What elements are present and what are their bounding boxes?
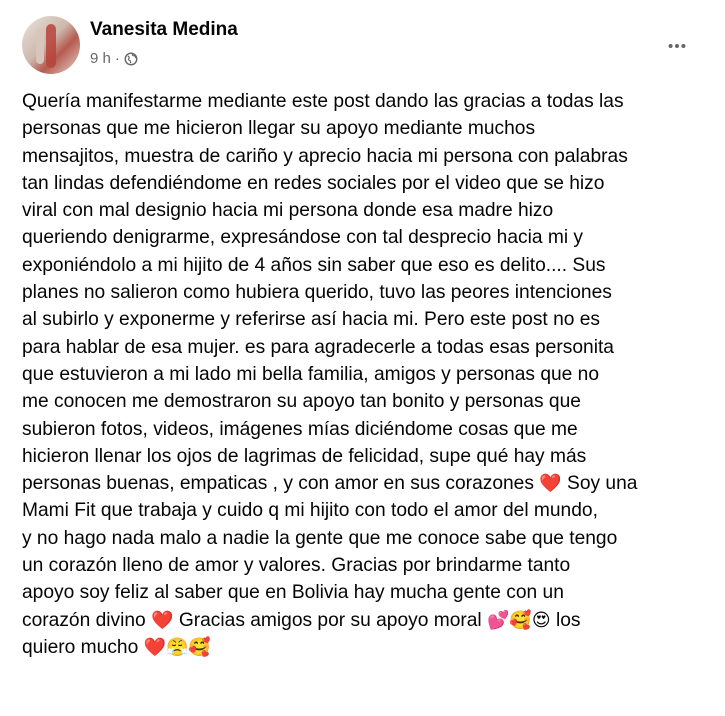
more-options-button[interactable] [659,28,695,64]
post-text-segment: Gracias amigos por su apoyo moral [173,609,488,631]
globe-icon [124,52,138,65]
post-header: Vanesita Medina 9 h · [22,16,709,78]
more-horizontal-icon [668,43,686,49]
post-meta: 9 h · [90,50,138,67]
heart-emoji: ❤️ [151,609,174,631]
author-name[interactable]: Vanesita Medina [90,19,238,41]
heart-emoji: ❤️ [539,473,562,495]
post-text-segment: Quería manifestarme mediante este post d… [22,91,628,495]
post-body-text: Quería manifestarme mediante este post d… [22,88,712,661]
meta-separator: · [114,50,120,67]
heart-and-faces-emoji: ❤️😤🥰 [143,636,211,658]
hearts-and-love-faces-emoji: 💕🥰😍 [487,609,551,631]
post-text-segment: Soy una Mami Fit que trabaja y cuido q m… [22,473,638,631]
avatar[interactable] [22,16,80,74]
post-card: Vanesita Medina 9 h · Quería manifestarm… [0,0,725,716]
post-timestamp[interactable]: 9 h [90,50,111,67]
